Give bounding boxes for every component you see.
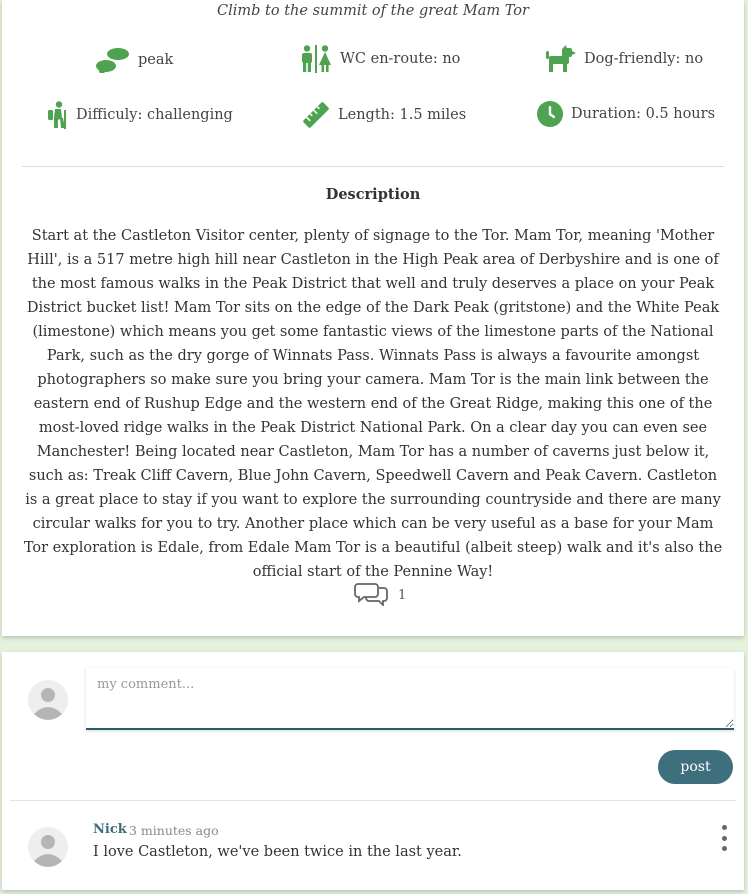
comment-count-value: 1	[398, 587, 407, 603]
feature-difficulty-label: Difficuly: challenging	[76, 107, 233, 123]
feature-wc-label: WC en-route: no	[340, 51, 461, 67]
comment-count[interactable]: 1	[354, 580, 406, 610]
post-button[interactable]: post	[658, 750, 733, 784]
feature-duration: Duration: 0.5 hours	[537, 101, 715, 127]
comment-input[interactable]	[86, 668, 734, 730]
feature-dog: Dog-friendly: no	[546, 45, 703, 73]
feature-dog-label: Dog-friendly: no	[584, 51, 704, 67]
feature-length: Length: 1.5 miles	[302, 101, 466, 129]
feature-difficulty: Difficuly: challenging	[46, 101, 233, 129]
dog-icon	[546, 45, 576, 73]
comment-author[interactable]: Nick	[93, 822, 127, 837]
hiker-icon	[46, 101, 68, 129]
divider	[22, 166, 724, 167]
feature-type-label: peak	[138, 52, 174, 68]
avatar	[28, 680, 68, 720]
comments-icon	[354, 580, 388, 610]
comment-avatar	[28, 827, 68, 867]
description-title: Description	[325, 186, 421, 203]
feature-duration-label: Duration: 0.5 hours	[571, 106, 716, 122]
ruler-icon	[302, 101, 330, 129]
clock-icon	[537, 101, 563, 127]
comment-time: 3 minutes ago	[129, 823, 219, 838]
feature-wc: WC en-route: no	[300, 45, 460, 73]
feature-type: peak	[96, 46, 173, 74]
divider	[10, 800, 736, 801]
footprints-icon	[96, 46, 130, 74]
more-options-icon[interactable]	[718, 825, 730, 851]
restroom-icon	[300, 45, 332, 73]
route-details-card: Climb to the summit of the great Mam Tor…	[2, 0, 744, 636]
feature-length-label: Length: 1.5 miles	[338, 107, 467, 123]
comments-card: post Nick 3 minutes ago I love Castleton…	[2, 652, 744, 890]
description-body: Start at the Castleton Visitor center, p…	[23, 228, 723, 580]
comment-text: I love Castleton, we've been twice in th…	[93, 844, 462, 860]
route-subtitle: Climb to the summit of the great Mam Tor	[217, 3, 529, 19]
